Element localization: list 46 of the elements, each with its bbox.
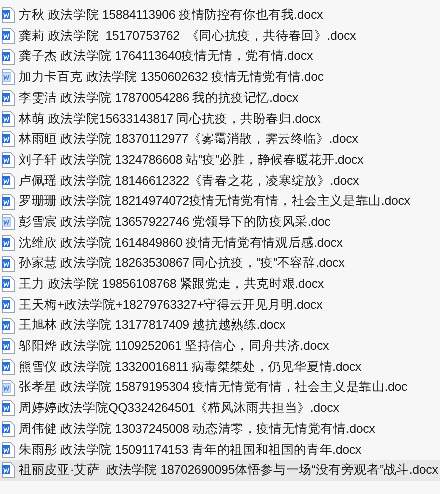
word-document-icon bbox=[2, 276, 15, 292]
file-item[interactable]: 卢佩瑶 政法学院 18146612322《青春之花，凌寒绽放》.docx bbox=[0, 170, 440, 192]
file-item[interactable]: 罗珊珊 政法学院 18214974072疫情无情党有情，社会主义是靠山.docx bbox=[0, 191, 440, 212]
word-document-icon bbox=[2, 400, 15, 416]
word-document-icon bbox=[2, 28, 15, 44]
file-item[interactable]: 周婷婷政法学院QQ3324264501《栉风沐雨共担当》.docx bbox=[0, 398, 440, 419]
word-document-icon bbox=[2, 110, 15, 127]
word-document-icon bbox=[2, 338, 15, 354]
word-document-icon bbox=[2, 462, 15, 478]
word-document-icon bbox=[2, 131, 15, 148]
file-item[interactable]: 孙家慧 政法学院 18263530867 同心抗疫，“疫”不容辞.docx bbox=[0, 253, 440, 274]
file-item[interactable]: 周伟健 政法学院 13037245008 动态清零，疫情无情党有情.docx bbox=[0, 418, 440, 440]
file-item[interactable]: 方秋 政法学院 15884113906 疫情防控有你也有我.docx bbox=[0, 5, 440, 26]
file-item[interactable]: 祖丽皮亚·艾萨 政法学院 18702690095体悟参与一场“没有旁观者”战斗.docx bbox=[0, 460, 440, 481]
word-document-icon bbox=[2, 90, 15, 106]
file-item[interactable]: 沈维欣 政法学院 1614849860 疫情无情党有情观后感.docx bbox=[0, 232, 440, 254]
file-item[interactable]: 邬阳烨 政法学院 1109252061 坚持信心，同舟共济.docx bbox=[0, 336, 440, 357]
word-document-icon bbox=[2, 69, 15, 86]
word-document-icon bbox=[2, 421, 15, 438]
word-document-icon bbox=[2, 7, 15, 24]
word-document-icon bbox=[2, 318, 15, 334]
word-document-icon bbox=[2, 152, 15, 168]
file-item[interactable]: 王天梅+政法学院+18279763327+守得云开见月明.docx bbox=[0, 294, 440, 316]
file-item[interactable]: 李雯洁 政法学院 17870054286 我的抗疫记忆.docx bbox=[0, 88, 440, 108]
word-document-icon bbox=[2, 256, 15, 272]
file-item[interactable]: 熊雪仪 政法学院 13320016811 病毒桀桀处，仍见华夏情.docx bbox=[0, 356, 440, 378]
file-item[interactable]: 龚莉 政法学院 15170753762 《同心抗疫，共待春回》.docx bbox=[0, 26, 440, 46]
file-item[interactable]: 张孝星 政法学院 15879195304 疫情无情党有情，社会主义是靠山.doc bbox=[0, 377, 440, 398]
word-document-icon bbox=[2, 442, 15, 458]
file-item[interactable]: 加力卡百克 政法学院 1350602632 疫情无情党有情.doc bbox=[0, 67, 440, 88]
word-document-icon bbox=[2, 214, 15, 230]
file-item[interactable]: 王旭林 政法学院 13177817409 越抗越熟练.docx bbox=[0, 315, 440, 336]
file-item[interactable]: 彭雪宸 政法学院 13657922746 党领导下的防疫风采.doc bbox=[0, 212, 440, 233]
word-document-icon bbox=[2, 194, 15, 210]
file-item[interactable]: 龚子杰 政法学院 1764113640疫情无情，党有情.docx bbox=[0, 46, 440, 68]
word-document-icon bbox=[2, 380, 15, 396]
file-item[interactable]: 刘子轩 政法学院 1324786608 站“疫”必胜，静候春暖花开.docx bbox=[0, 150, 440, 170]
word-document-icon bbox=[2, 234, 15, 251]
file-item[interactable]: 王力 政法学院 19856108768 紧跟党走，共克时艰.docx bbox=[0, 274, 440, 295]
file-item[interactable]: 林雨晅 政法学院 18370112977《雾霭消散，霁云终临》.docx bbox=[0, 129, 440, 150]
file-item[interactable]: 朱雨彤 政法学院 15091174153 青年的祖国和祖国的青年.docx bbox=[0, 439, 440, 460]
word-document-icon bbox=[2, 172, 15, 189]
file-item[interactable]: 林萌 政法学院15633143817 同心抗疫，共盼春归.docx bbox=[0, 108, 440, 130]
word-document-icon bbox=[2, 296, 15, 313]
word-document-icon bbox=[2, 48, 15, 65]
word-document-icon bbox=[2, 359, 15, 376]
